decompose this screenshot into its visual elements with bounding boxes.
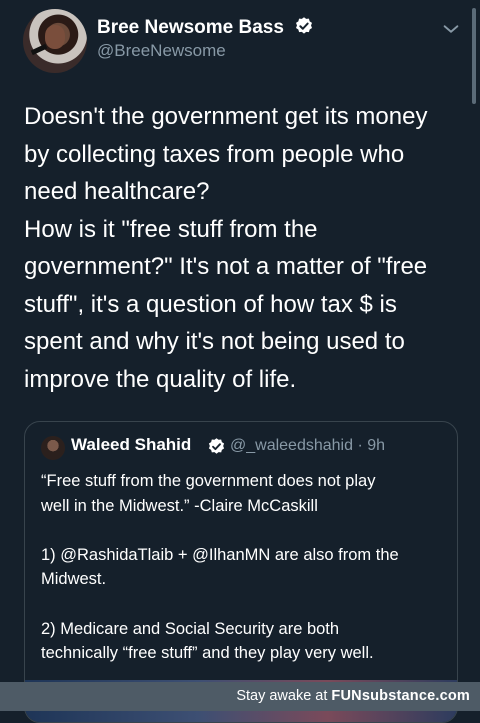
author-display-name-text: Bree Newsome Bass xyxy=(97,17,284,38)
watermark-bar: Stay awake at FUNsubstance.com xyxy=(0,682,480,711)
author-display-name[interactable]: Bree Newsome Bass xyxy=(97,16,314,39)
author-handle[interactable]: @BreeNewsome xyxy=(97,41,226,61)
verified-badge-icon xyxy=(208,438,225,454)
avatar-microphone xyxy=(30,43,48,56)
tweet-header: Bree Newsome Bass @BreeNewsome xyxy=(0,0,480,88)
quoted-tweet-text: “Free stuff from the government does not… xyxy=(41,472,399,663)
quoted-author-display-name: Waleed Shahid xyxy=(71,435,192,454)
author-avatar[interactable] xyxy=(23,9,87,73)
quoted-tweet-card[interactable]: Waleed Shahid @_waleedshahid · 9h “Free … xyxy=(24,421,458,723)
watermark-prefix: Stay awake at xyxy=(236,688,332,704)
watermark-text: Stay awake at FUNsubstance.com xyxy=(236,688,470,704)
avatar-face xyxy=(45,25,65,49)
tweet-text: Doesn't the government get its money by … xyxy=(24,103,428,393)
chevron-down-icon[interactable] xyxy=(440,18,462,40)
watermark-brand: FUNsubstance.com xyxy=(331,688,470,704)
quoted-author-handle-time: @_waleedshahid · 9h xyxy=(230,437,386,454)
verified-badge-icon xyxy=(296,17,313,34)
quoted-author-avatar xyxy=(41,436,65,460)
scrollbar[interactable] xyxy=(472,8,476,104)
